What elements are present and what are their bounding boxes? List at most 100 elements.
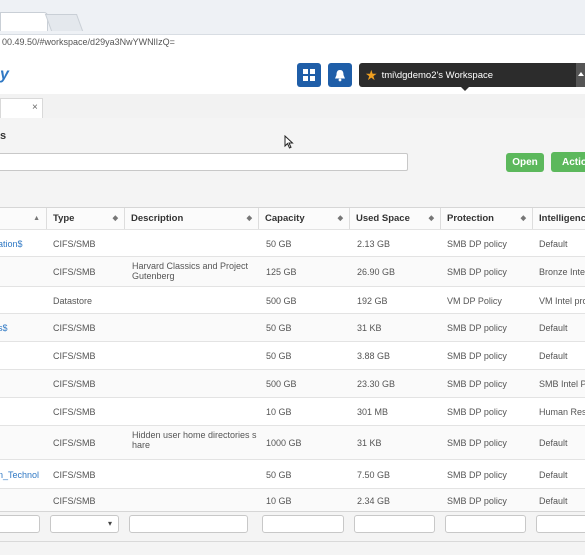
sort-icon: ◆ bbox=[337, 215, 343, 222]
filter-used-space-input[interactable] bbox=[354, 515, 435, 533]
table-row[interactable]: Datastore 500 GB 192 GB VM DP Policy VM Inte… bbox=[0, 286, 585, 314]
sort-icon: ◆ bbox=[112, 215, 118, 222]
cell-protection: SMB DP policy bbox=[447, 407, 507, 417]
cell-used-space: 23.30 GB bbox=[357, 379, 396, 389]
page-title: s bbox=[0, 130, 7, 142]
cell-name[interactable]: ation$ bbox=[0, 239, 23, 249]
table-row[interactable]: s$ CIFS/SMB 50 GB 31 KB SMB DP policy Default bbox=[0, 313, 585, 342]
table-row[interactable]: lCIFS/SMB500 GB23.30 GBSMB DP policySMB … bbox=[0, 369, 585, 398]
sort-icon: ◆ bbox=[246, 215, 252, 222]
cell-used-space: 192 GB bbox=[357, 296, 388, 306]
column-label: Capacity bbox=[265, 213, 305, 224]
table-row[interactable]: n_Technol CIFS/SMB 50 GB 7.50 GB SMB DP poli… bbox=[0, 459, 585, 489]
cell-name[interactable]: n_Technol bbox=[0, 470, 39, 480]
cell-used-space: 31 KB bbox=[357, 323, 382, 333]
cell-protection: SMB DP policy bbox=[447, 323, 507, 333]
cell-capacity: 10 GB bbox=[266, 496, 292, 506]
cell-intelligence: VM Intel pro bbox=[539, 296, 585, 306]
table-row[interactable]: ation$ CIFS/SMB 50 GB 2.13 GB SMB DP policy D… bbox=[0, 229, 585, 257]
app-logo: y bbox=[0, 66, 9, 83]
cell-capacity: 50 GB bbox=[266, 470, 292, 480]
cell-capacity: 500 GB bbox=[266, 296, 297, 306]
cell-type: CIFS/SMB bbox=[53, 379, 96, 389]
column-header-protection[interactable]: Protection ◆ bbox=[441, 208, 533, 229]
column-label: Type bbox=[53, 213, 75, 224]
cell-used-space: 301 MB bbox=[357, 407, 389, 417]
cell-capacity: 500 GB bbox=[266, 379, 297, 389]
column-header-used-space[interactable]: Used Space ◆ bbox=[350, 208, 441, 229]
cell-intelligence: SMB Intel P bbox=[539, 379, 585, 389]
table-row[interactable]: CIFS/SMB 10 GB 2.34 GB SMB DP policy Default bbox=[0, 488, 585, 513]
search-input[interactable] bbox=[0, 153, 408, 171]
notifications-button[interactable] bbox=[328, 63, 352, 87]
cell-name[interactable]: s$ bbox=[0, 323, 8, 333]
cell-used-space: 7.50 GB bbox=[357, 470, 391, 480]
cell-intelligence: Default bbox=[539, 496, 568, 506]
grid-button[interactable] bbox=[297, 63, 321, 87]
filter-capacity-input[interactable] bbox=[262, 515, 344, 533]
cell-type: Datastore bbox=[53, 296, 93, 306]
column-header-capacity[interactable]: Capacity ◆ bbox=[259, 208, 350, 229]
cell-intelligence: Default bbox=[539, 351, 568, 361]
caret-up-icon[interactable] bbox=[576, 63, 585, 87]
workspace-label: tmi\dgdemo2's Workspace bbox=[381, 69, 494, 81]
cell-type: CIFS/SMB bbox=[53, 438, 96, 448]
cell-protection: SMB DP policy bbox=[447, 239, 507, 249]
workspace-pointer bbox=[461, 87, 469, 91]
cell-description: Harvard Classics and Project Gutenberg bbox=[132, 261, 249, 281]
filter-description-input[interactable] bbox=[129, 515, 248, 533]
cell-type: CIFS/SMB bbox=[53, 267, 96, 277]
cell-capacity: 1000 GB bbox=[266, 438, 302, 448]
browser-tabstrip bbox=[0, 0, 585, 30]
table-row[interactable]: CIFS/SMB Harvard Classics and Project Gut… bbox=[0, 256, 585, 287]
column-header-description[interactable]: Description ◆ bbox=[125, 208, 259, 229]
cell-description: Hidden user home directories s hare bbox=[132, 430, 257, 450]
cell-used-space: 2.34 GB bbox=[357, 496, 391, 506]
column-label: Used Space bbox=[356, 213, 410, 224]
filter-name-input[interactable] bbox=[0, 515, 40, 533]
column-label: Intelligence bbox=[539, 213, 585, 224]
cell-type: CIFS/SMB bbox=[53, 407, 96, 417]
cell-protection: SMB DP policy bbox=[447, 496, 507, 506]
star-icon: ★ bbox=[365, 66, 378, 83]
shares-table: ▲ Type ◆ Description ◆ Capacity ◆ Used Spac… bbox=[0, 207, 585, 513]
cell-intelligence: Bronze Intel bbox=[539, 267, 585, 277]
cell-capacity: 50 GB bbox=[266, 239, 292, 249]
cell-intelligence: Default bbox=[539, 323, 568, 333]
cell-used-space: 3.88 GB bbox=[357, 351, 391, 361]
table-row[interactable]: CIFS/SMB 50 GB 3.88 GB SMB DP policy Default bbox=[0, 341, 585, 370]
filter-intelligence-input[interactable] bbox=[536, 515, 585, 533]
cell-intelligence: Default bbox=[539, 239, 568, 249]
column-header-name[interactable]: ▲ bbox=[0, 208, 47, 229]
bell-icon bbox=[335, 69, 345, 81]
close-icon[interactable]: × bbox=[32, 102, 38, 113]
table-row[interactable]: CIFS/SMB 10 GB 301 MB SMB DP policy Human Re… bbox=[0, 397, 585, 426]
table-row[interactable]: CIFS/SMB Hidden user home directories s h… bbox=[0, 425, 585, 460]
page-tabstrip bbox=[0, 94, 585, 118]
column-label: Protection bbox=[447, 213, 494, 224]
new-tab-button[interactable] bbox=[44, 14, 84, 31]
cell-type: CIFS/SMB bbox=[53, 470, 96, 480]
actions-button[interactable]: Actio bbox=[551, 152, 585, 172]
column-header-intelligence[interactable]: Intelligence bbox=[533, 208, 585, 229]
open-button[interactable]: Open bbox=[506, 153, 544, 172]
cell-capacity: 10 GB bbox=[266, 407, 292, 417]
grid-icon bbox=[303, 69, 315, 81]
address-text: 00.49.50/#workspace/d29ya3NwYWNlIzQ= bbox=[2, 37, 175, 47]
column-label: Description bbox=[131, 213, 184, 224]
sort-icon: ◆ bbox=[428, 215, 434, 222]
browser-tab[interactable] bbox=[0, 12, 48, 31]
cell-type: CIFS/SMB bbox=[53, 323, 96, 333]
cell-used-space: 31 KB bbox=[357, 438, 382, 448]
cell-used-space: 26.90 GB bbox=[357, 267, 396, 277]
sort-icon: ◆ bbox=[520, 215, 526, 222]
cell-capacity: 50 GB bbox=[266, 323, 292, 333]
cell-protection: SMB DP policy bbox=[447, 379, 507, 389]
filter-protection-input[interactable] bbox=[445, 515, 526, 533]
column-header-type[interactable]: Type ◆ bbox=[47, 208, 125, 229]
cell-used-space: 2.13 GB bbox=[357, 239, 391, 249]
cell-protection: SMB DP policy bbox=[447, 438, 507, 448]
workspace-selector[interactable]: ★ tmi\dgdemo2's Workspace bbox=[359, 63, 585, 87]
cell-protection: VM DP Policy bbox=[447, 296, 502, 306]
filter-type-select[interactable]: ▾ bbox=[50, 515, 119, 533]
